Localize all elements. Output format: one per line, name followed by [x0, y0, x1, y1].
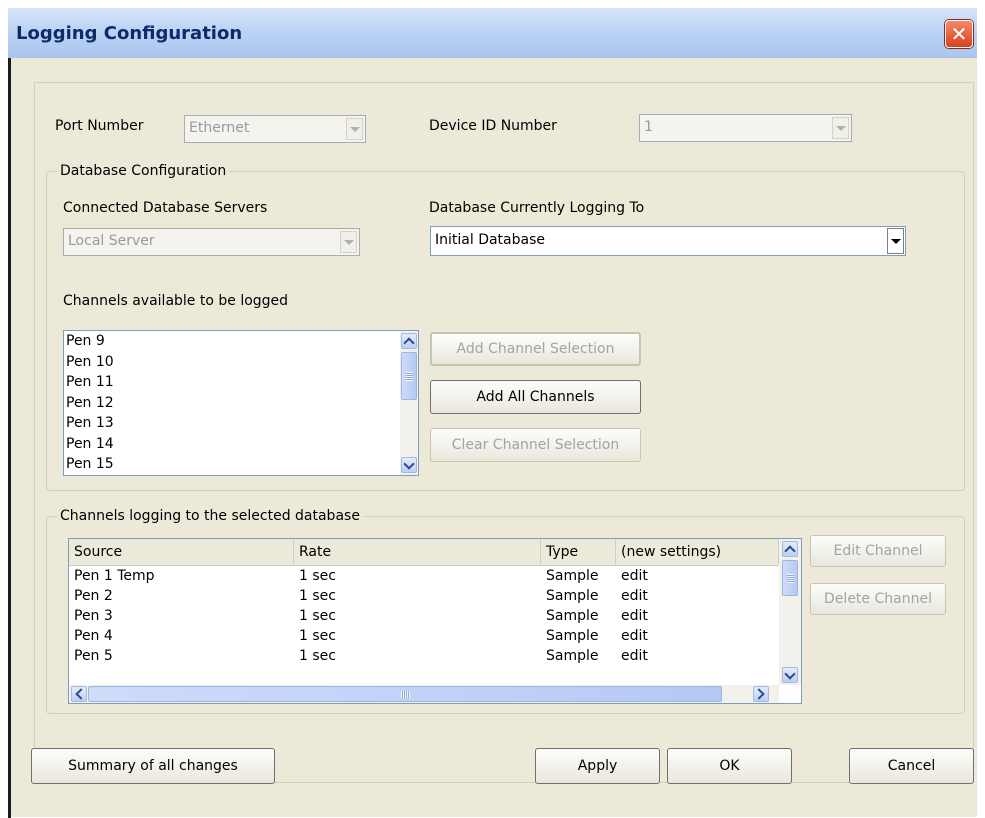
chevron-down-icon: [784, 667, 796, 680]
title-bar[interactable]: Logging Configuration ✕: [8, 8, 977, 59]
close-icon: ✕: [950, 22, 968, 46]
column-header-source[interactable]: Source: [69, 539, 294, 564]
cell-rate: 1 sec: [299, 608, 336, 624]
scroll-down-button[interactable]: [401, 457, 417, 473]
chevron-up-icon: [403, 337, 415, 349]
chevron-right-icon: [753, 688, 765, 700]
cell-type: Sample: [546, 588, 599, 604]
chevron-up-icon: [784, 545, 796, 557]
port-number-select[interactable]: Ethernet: [184, 115, 366, 143]
list-item[interactable]: Pen 10: [64, 352, 418, 373]
list-item[interactable]: Pen 9: [64, 331, 418, 352]
cell-rate: 1 sec: [299, 648, 336, 664]
cell-new-settings[interactable]: edit: [616, 566, 648, 586]
port-number-value: Ethernet: [189, 120, 250, 136]
connected-servers-value: Local Server: [68, 233, 155, 249]
table-row[interactable]: Pen 5 1 sec Sample edit: [69, 646, 779, 666]
column-header-new-settings[interactable]: (new settings): [616, 539, 779, 564]
available-channels-label: Channels available to be logged: [63, 293, 289, 309]
cell-source: Pen 4: [74, 628, 113, 644]
device-id-select[interactable]: 1: [639, 114, 852, 142]
edit-channel-button[interactable]: Edit Channel: [810, 535, 946, 567]
table-row[interactable]: Pen 1 Temp 1 sec Sample edit: [69, 566, 779, 586]
add-channel-selection-button[interactable]: Add Channel Selection: [430, 332, 641, 366]
connected-servers-label: Connected Database Servers: [63, 200, 268, 216]
cell-type: Sample: [546, 568, 599, 584]
close-button[interactable]: ✕: [945, 20, 973, 48]
list-item[interactable]: Pen 14: [64, 434, 418, 455]
chevron-down-icon: [346, 118, 363, 140]
port-number-label: Port Number: [55, 118, 144, 134]
list-item[interactable]: Pen 11: [64, 372, 418, 393]
horizontal-scroll-thumb[interactable]: [88, 686, 722, 702]
cell-new-settings[interactable]: edit: [616, 606, 648, 626]
scroll-right-button[interactable]: [753, 686, 769, 702]
current-database-label: Database Currently Logging To: [429, 200, 645, 216]
cell-new-settings[interactable]: edit: [616, 646, 648, 666]
cell-type: Sample: [546, 608, 599, 624]
cell-new-settings[interactable]: edit: [616, 586, 648, 606]
apply-button[interactable]: Apply: [535, 748, 660, 784]
chevron-down-icon: [832, 117, 849, 139]
current-database-value: Initial Database: [435, 232, 545, 248]
list-item[interactable]: Pen 12: [64, 393, 418, 414]
scroll-up-button[interactable]: [782, 541, 798, 557]
available-channels-list[interactable]: Pen 9 Pen 10 Pen 11 Pen 12 Pen 13 Pen 14…: [63, 330, 419, 476]
delete-channel-button[interactable]: Delete Channel: [810, 583, 946, 615]
table-row[interactable]: Pen 2 1 sec Sample edit: [69, 586, 779, 606]
window-title: Logging Configuration: [16, 23, 243, 44]
available-channels-scrollbar[interactable]: [400, 331, 418, 475]
cancel-button[interactable]: Cancel: [849, 748, 974, 784]
cell-rate: 1 sec: [299, 588, 336, 604]
dialog-client-area: Port Number Ethernet Device ID Number 1 …: [11, 58, 977, 817]
cell-type: Sample: [546, 628, 599, 644]
scroll-up-button[interactable]: [401, 333, 417, 349]
scroll-left-button[interactable]: [71, 686, 87, 702]
chevron-left-icon: [75, 688, 87, 700]
logging-channels-table[interactable]: Source Rate Type (new settings) Pen 1 Te…: [68, 538, 802, 704]
cell-rate: 1 sec: [299, 628, 336, 644]
table-header: Source Rate Type (new settings): [69, 539, 779, 566]
clear-channel-selection-button[interactable]: Clear Channel Selection: [430, 428, 641, 462]
logging-configuration-window: Logging Configuration ✕ Port Number Ethe…: [0, 0, 985, 818]
table-row[interactable]: Pen 4 1 sec Sample edit: [69, 626, 779, 646]
column-header-rate[interactable]: Rate: [294, 539, 541, 564]
cell-source: Pen 2: [74, 588, 113, 604]
list-item[interactable]: Pen 13: [64, 413, 418, 434]
cell-type: Sample: [546, 648, 599, 664]
main-panel: Port Number Ethernet Device ID Number 1 …: [34, 82, 974, 783]
cell-source: Pen 5: [74, 648, 113, 664]
table-horizontal-scrollbar[interactable]: [69, 685, 779, 703]
cell-new-settings[interactable]: edit: [616, 626, 648, 646]
chevron-down-icon: [403, 457, 415, 470]
scroll-thumb[interactable]: [782, 560, 798, 596]
list-item[interactable]: Pen 15: [64, 454, 418, 475]
connected-servers-select[interactable]: Local Server: [63, 228, 360, 256]
table-vertical-scrollbar[interactable]: [779, 539, 801, 685]
current-database-select[interactable]: Initial Database: [430, 226, 906, 256]
chevron-down-icon: [340, 231, 357, 253]
cell-rate: 1 sec: [299, 568, 336, 584]
cell-source: Pen 1 Temp: [74, 568, 155, 584]
table-row[interactable]: Pen 3 1 sec Sample edit: [69, 606, 779, 626]
scroll-thumb[interactable]: [401, 352, 417, 400]
scroll-down-button[interactable]: [782, 667, 798, 683]
database-configuration-legend: Database Configuration: [60, 163, 227, 179]
add-all-channels-button[interactable]: Add All Channels: [430, 380, 641, 414]
column-header-type[interactable]: Type: [541, 539, 616, 564]
device-id-value: 1: [644, 119, 653, 135]
device-id-label: Device ID Number: [429, 118, 557, 134]
summary-of-changes-button[interactable]: Summary of all changes: [31, 748, 275, 784]
ok-button[interactable]: OK: [667, 748, 792, 784]
channels-logging-legend: Channels logging to the selected databas…: [60, 508, 360, 524]
chevron-down-icon: [887, 228, 904, 254]
cell-source: Pen 3: [74, 608, 113, 624]
